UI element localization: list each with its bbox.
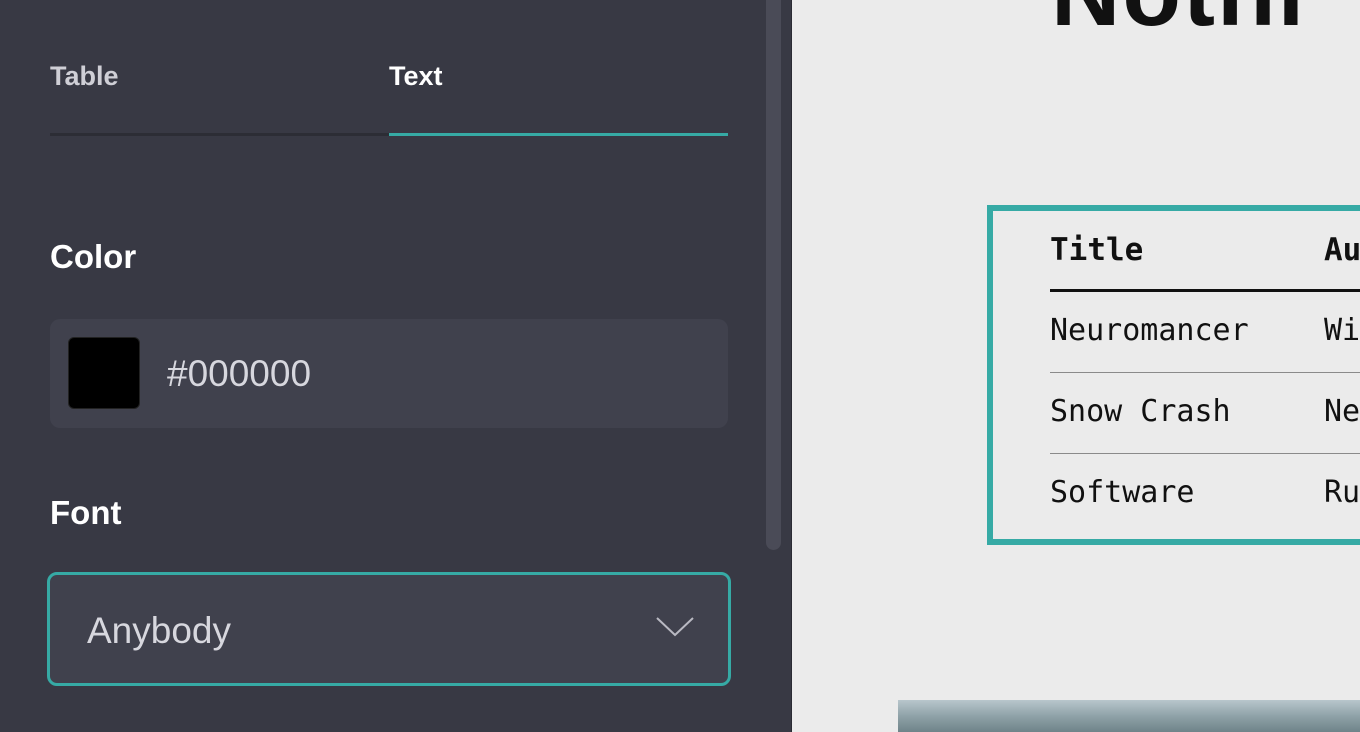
font-select[interactable]: Anybody xyxy=(47,572,731,686)
preview-image xyxy=(898,700,1360,732)
settings-panel: Table Text Color #000000 Font Anybody xyxy=(0,0,792,732)
font-select-value: Anybody xyxy=(87,610,231,651)
color-field[interactable]: #000000 xyxy=(50,319,728,428)
table-row-divider xyxy=(1050,453,1360,454)
table-cell: Neuromancer xyxy=(1050,313,1249,348)
font-section-label: Font xyxy=(50,494,122,531)
table-cell: Snow Crash xyxy=(1050,394,1231,429)
color-swatch[interactable] xyxy=(68,337,140,409)
table-cell: Wi xyxy=(1324,313,1360,348)
table-row-divider xyxy=(1050,372,1360,373)
color-section-label: Color xyxy=(50,238,137,275)
table-cell: Ru xyxy=(1324,475,1360,510)
tab-text[interactable]: Text xyxy=(389,56,728,136)
preview-table[interactable]: Title Au Neuromancer Wi Snow Crash Ne So… xyxy=(987,205,1360,545)
table-header-author: Au xyxy=(1324,232,1360,268)
table-cell: Software xyxy=(1050,475,1195,510)
tab-table[interactable]: Table xyxy=(50,56,389,136)
tab-table-label: Table xyxy=(50,61,119,91)
table-header-title: Title xyxy=(1050,232,1144,268)
color-hex-input[interactable]: #000000 xyxy=(167,353,311,395)
table-cell: Ne xyxy=(1324,394,1360,429)
tab-text-label: Text xyxy=(389,61,443,91)
chevron-down-icon xyxy=(656,617,694,637)
table-header-rule xyxy=(1050,289,1360,292)
preview-heading: Nothi xyxy=(1051,0,1306,48)
preview-canvas: Nothi Title Au Neuromancer Wi Snow Crash… xyxy=(793,0,1360,732)
tab-bar: Table Text xyxy=(50,56,728,136)
app-root: Table Text Color #000000 Font Anybody No… xyxy=(0,0,1360,732)
panel-scrollbar[interactable] xyxy=(766,0,781,550)
